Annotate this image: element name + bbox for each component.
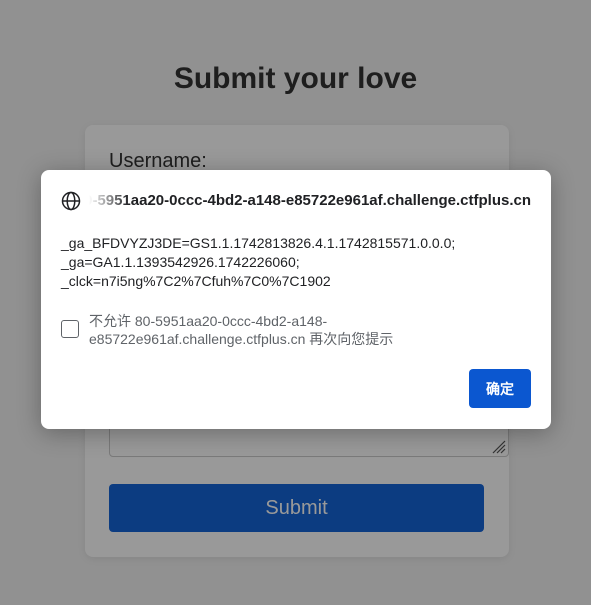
message-line: _ga=GA1.1.1393542926.1742226060; xyxy=(61,254,300,270)
alert-dialog: 80-5951aa20-0ccc-4bd2-a148-e85722e961af.… xyxy=(41,170,551,429)
suppress-checkbox[interactable] xyxy=(61,320,79,338)
ok-button[interactable]: 确定 xyxy=(469,369,531,408)
suppress-label[interactable]: 不允许 80-5951aa20-0ccc-4bd2-a148-e85722e96… xyxy=(89,312,449,348)
globe-icon xyxy=(61,191,81,211)
dialog-header: 80-5951aa20-0ccc-4bd2-a148-e85722e961af.… xyxy=(61,190,531,212)
suppress-dialogs-row[interactable]: 不允许 80-5951aa20-0ccc-4bd2-a148-e85722e96… xyxy=(61,312,531,348)
origin-text: 80-5951aa20-0ccc-4bd2-a148-e85722e961af.… xyxy=(89,192,531,209)
dialog-origin: 80-5951aa20-0ccc-4bd2-a148-e85722e961af.… xyxy=(89,192,531,210)
message-line: _clck=n7i5ng%7C2%7Cfuh%7C0%7C1902 xyxy=(61,273,331,289)
message-line: _ga_BFDVYZJ3DE=GS1.1.1742813826.4.1.1742… xyxy=(61,235,456,251)
dialog-message: _ga_BFDVYZJ3DE=GS1.1.1742813826.4.1.1742… xyxy=(61,234,531,291)
